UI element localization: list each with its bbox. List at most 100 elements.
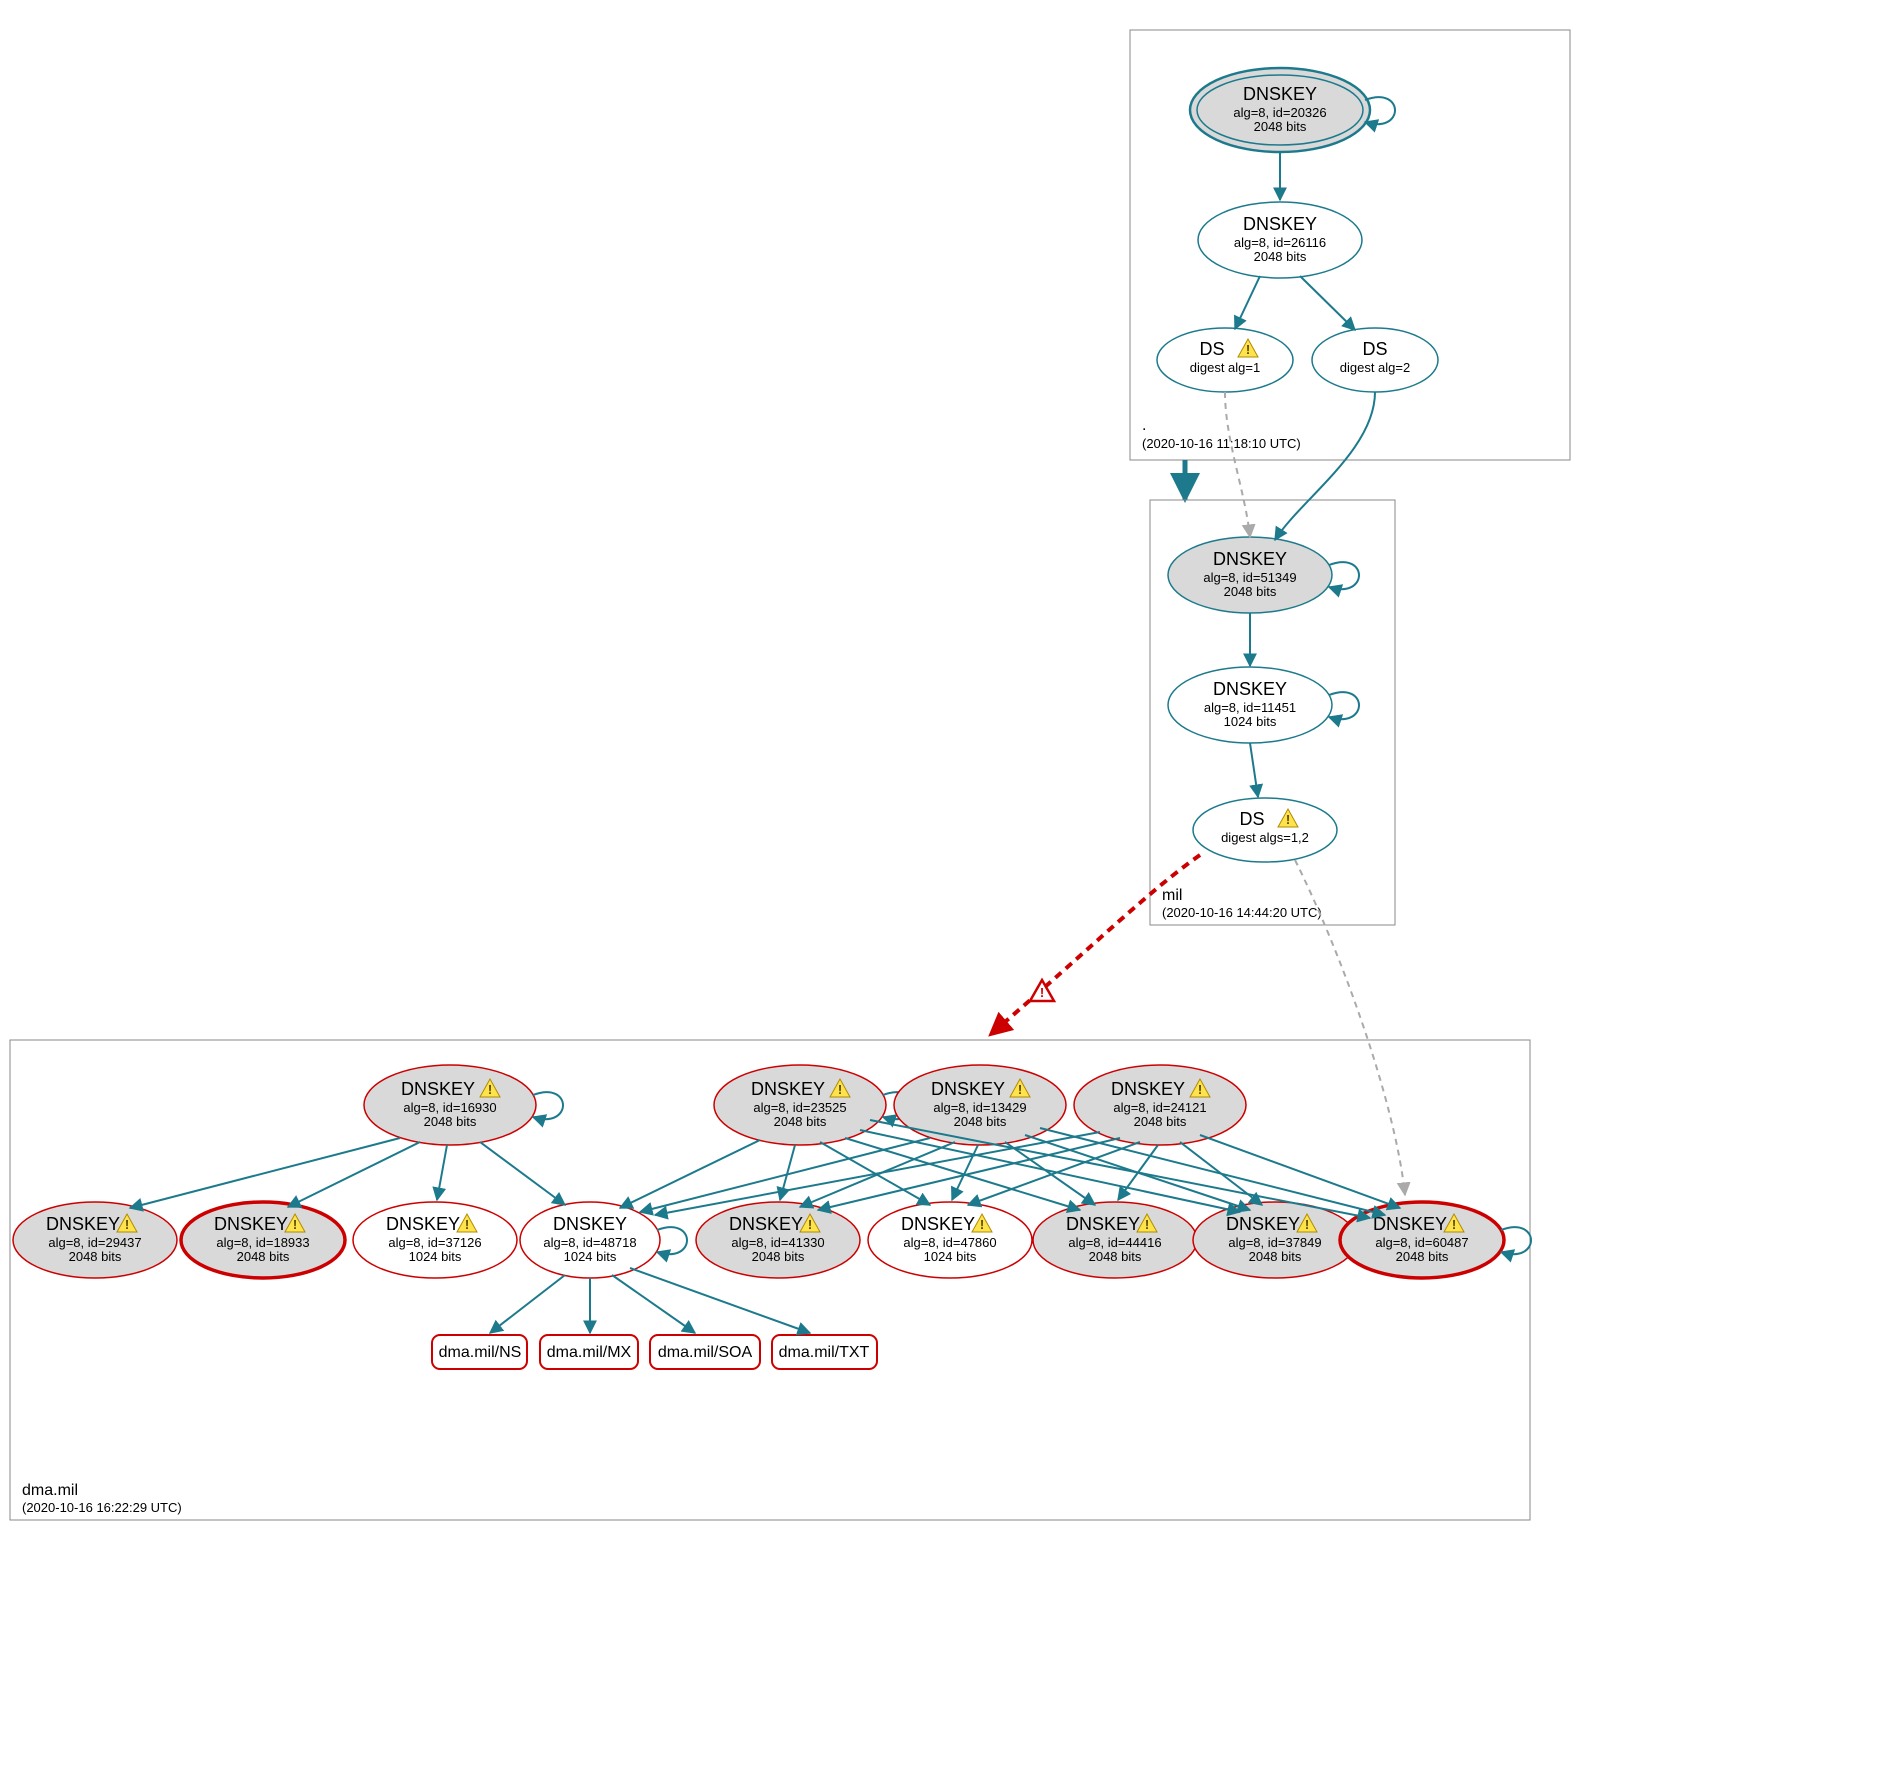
rrset-mx[interactable]: dma.mil/MX [540,1335,638,1369]
svg-text:2048 bits: 2048 bits [1254,119,1307,134]
svg-text:!: ! [125,1217,129,1232]
svg-text:DNSKEY: DNSKEY [1066,1214,1140,1234]
node-dnskey-16930[interactable]: DNSKEY alg=8, id=16930 2048 bits ! [364,1065,536,1145]
svg-text:alg=8, id=37849: alg=8, id=37849 [1228,1235,1321,1250]
edge-mil-to-dma-error [990,855,1200,1035]
edge [1250,743,1258,797]
svg-text:alg=8, id=23525: alg=8, id=23525 [753,1100,846,1115]
svg-text:DNSKEY: DNSKEY [1243,214,1317,234]
svg-text:2048 bits: 2048 bits [954,1114,1007,1129]
svg-text:alg=8, id=37126: alg=8, id=37126 [388,1235,481,1250]
svg-text:alg=8, id=60487: alg=8, id=60487 [1375,1235,1468,1250]
zone-root-label: . [1142,417,1146,434]
svg-text:!: ! [293,1217,297,1232]
edge [1300,276,1355,330]
svg-text:alg=8, id=48718: alg=8, id=48718 [543,1235,636,1250]
svg-text:dma.mil/SOA: dma.mil/SOA [658,1344,753,1361]
svg-text:2048 bits: 2048 bits [1249,1249,1302,1264]
svg-text:alg=8, id=18933: alg=8, id=18933 [216,1235,309,1250]
node-dnskey-23525[interactable]: DNSKEY alg=8, id=23525 2048 bits ! [714,1065,886,1145]
svg-text:DNSKEY: DNSKEY [931,1079,1005,1099]
svg-text:!: ! [1198,1082,1202,1097]
edge-selfloop [533,1092,563,1119]
rrset-txt[interactable]: dma.mil/TXT [772,1335,877,1369]
edge-ds2-to-milksk [1275,392,1375,540]
svg-text:!: ! [1452,1217,1456,1232]
svg-text:2048 bits: 2048 bits [237,1249,290,1264]
svg-text:2048 bits: 2048 bits [1254,249,1307,264]
svg-text:alg=8, id=13429: alg=8, id=13429 [933,1100,1026,1115]
svg-text:digest alg=1: digest alg=1 [1190,360,1260,375]
svg-text:!: ! [1145,1217,1149,1232]
node-dnskey-37849[interactable]: DNSKEY alg=8, id=37849 2048 bits ! [1193,1202,1357,1278]
zone-dma-timestamp: (2020-10-16 16:22:29 UTC) [22,1500,182,1515]
svg-text:DNSKEY: DNSKEY [214,1214,288,1234]
svg-text:DNSKEY: DNSKEY [901,1214,975,1234]
zone-mil-timestamp: (2020-10-16 14:44:20 UTC) [1162,905,1322,920]
svg-text:DNSKEY: DNSKEY [1373,1214,1447,1234]
edge-selfloop [657,1227,687,1254]
svg-text:alg=8, id=20326: alg=8, id=20326 [1233,105,1326,120]
svg-text:DNSKEY: DNSKEY [1243,84,1317,104]
node-dnskey-44416[interactable]: DNSKEY alg=8, id=44416 2048 bits ! [1033,1202,1197,1278]
node-dnskey-13429[interactable]: DNSKEY alg=8, id=13429 2048 bits ! [894,1065,1066,1145]
svg-text:DNSKEY: DNSKEY [1213,679,1287,699]
node-dnskey-41330[interactable]: DNSKEY alg=8, id=41330 2048 bits ! [696,1202,860,1278]
rrset-ns[interactable]: dma.mil/NS [432,1335,527,1369]
svg-text:DNSKEY: DNSKEY [729,1214,803,1234]
node-dnskey-18933[interactable]: DNSKEY alg=8, id=18933 2048 bits ! [181,1202,345,1278]
svg-text:alg=8, id=26116: alg=8, id=26116 [1234,235,1326,250]
svg-text:alg=8, id=44416: alg=8, id=44416 [1068,1235,1161,1250]
node-dnskey-29437[interactable]: DNSKEY alg=8, id=29437 2048 bits ! [13,1202,177,1278]
svg-text:DNSKEY: DNSKEY [46,1214,120,1234]
node-ds-alg1[interactable]: DS digest alg=1 ! [1157,328,1293,392]
svg-text:dma.mil/NS: dma.mil/NS [439,1344,522,1361]
svg-text:!: ! [1286,812,1290,827]
svg-text:alg=8, id=47860: alg=8, id=47860 [903,1235,996,1250]
svg-text:!: ! [980,1217,984,1232]
edge-selfloop [1329,692,1359,719]
node-dnskey-26116[interactable]: DNSKEY alg=8, id=26116 2048 bits [1198,202,1362,278]
svg-text:DS: DS [1362,339,1387,359]
svg-text:1024 bits: 1024 bits [1224,714,1277,729]
node-ds-alg2[interactable]: DS digest alg=2 [1312,328,1438,392]
node-dnskey-48718[interactable]: DNSKEY alg=8, id=48718 1024 bits [520,1202,660,1278]
svg-text:!: ! [1018,1082,1022,1097]
svg-text:!: ! [465,1217,469,1232]
node-dnskey-47860[interactable]: DNSKEY alg=8, id=47860 1024 bits ! [868,1202,1032,1278]
node-dnskey-20326[interactable]: DNSKEY alg=8, id=20326 2048 bits [1190,68,1370,152]
svg-text:alg=8, id=24121: alg=8, id=24121 [1113,1100,1206,1115]
svg-text:!: ! [838,1082,842,1097]
edge [1235,276,1260,329]
svg-text:DNSKEY: DNSKEY [751,1079,825,1099]
node-dnskey-60487[interactable]: DNSKEY alg=8, id=60487 2048 bits ! [1340,1202,1504,1278]
rrset-soa[interactable]: dma.mil/SOA [650,1335,760,1369]
svg-text:!: ! [808,1217,812,1232]
svg-text:DS: DS [1199,339,1224,359]
svg-text:digest alg=2: digest alg=2 [1340,360,1410,375]
svg-text:2048 bits: 2048 bits [752,1249,805,1264]
svg-text:2048 bits: 2048 bits [1089,1249,1142,1264]
svg-text:!: ! [1246,342,1250,357]
node-ds-algs12[interactable]: DS digest algs=1,2 ! [1193,798,1337,862]
svg-text:2048 bits: 2048 bits [1224,584,1277,599]
svg-text:2048 bits: 2048 bits [1134,1114,1187,1129]
svg-text:DNSKEY: DNSKEY [553,1214,627,1234]
svg-text:!: ! [1305,1217,1309,1232]
svg-text:2048 bits: 2048 bits [69,1249,122,1264]
svg-text:dma.mil/TXT: dma.mil/TXT [779,1344,870,1361]
svg-text:!: ! [1040,985,1044,1000]
edge-ds1-to-milksk [1225,392,1250,537]
node-dnskey-11451[interactable]: DNSKEY alg=8, id=11451 1024 bits [1168,667,1332,743]
svg-text:!: ! [488,1082,492,1097]
node-dnskey-51349[interactable]: DNSKEY alg=8, id=51349 2048 bits [1168,537,1332,613]
edge-selfloop [1329,562,1359,589]
svg-text:digest algs=1,2: digest algs=1,2 [1221,830,1309,845]
svg-text:2048 bits: 2048 bits [1396,1249,1449,1264]
node-dnskey-37126[interactable]: DNSKEY alg=8, id=37126 1024 bits ! [353,1202,517,1278]
svg-text:1024 bits: 1024 bits [409,1249,462,1264]
zone-mil-label: mil [1162,887,1182,904]
svg-text:alg=8, id=51349: alg=8, id=51349 [1203,570,1296,585]
zone-root: . (2020-10-16 11:18:10 UTC) DNSKEY alg=8… [1130,30,1570,460]
zone-root-timestamp: (2020-10-16 11:18:10 UTC) [1142,436,1301,451]
